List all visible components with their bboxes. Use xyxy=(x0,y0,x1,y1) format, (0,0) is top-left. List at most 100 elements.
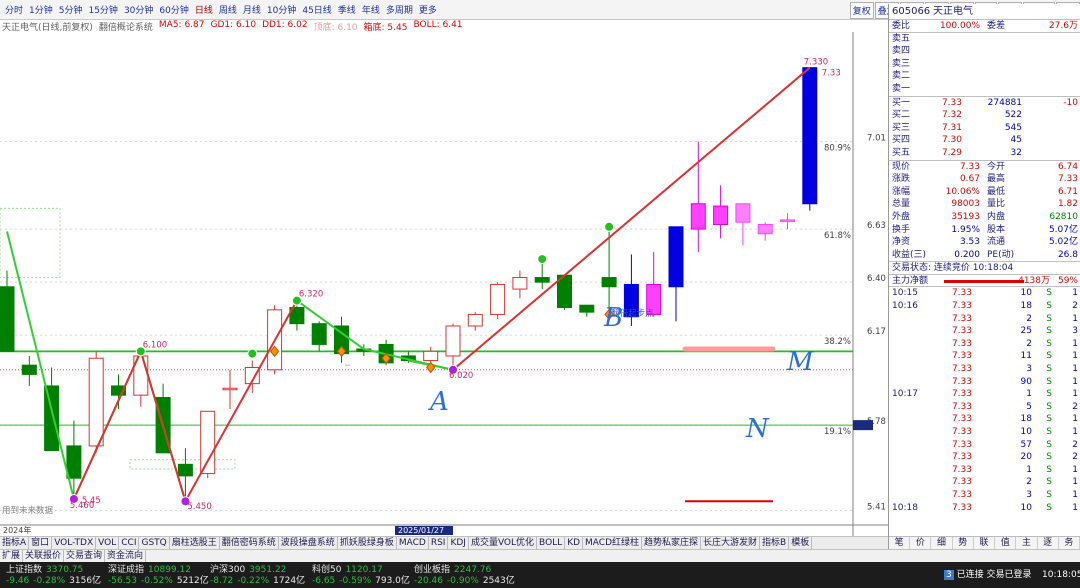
index-change: -8.72 -0.22% 1724亿 xyxy=(210,576,306,586)
tick-row: 7.33 90 S 1 xyxy=(951,376,1078,387)
period-tab[interactable]: 5分钟 xyxy=(56,3,86,16)
buy-level: 买二 7.32 522 xyxy=(892,110,1022,121)
indicator-value: BOLL: 6.41 xyxy=(413,20,463,30)
sell-level: 卖一 xyxy=(892,83,911,94)
handwritten-mark: M xyxy=(786,347,815,377)
x-tick-label: 2024年 xyxy=(3,525,31,535)
period-tab[interactable]: 多周期 xyxy=(383,3,416,16)
indicator-tab[interactable]: 窗口 xyxy=(29,537,53,549)
candle xyxy=(21,364,37,375)
bottom-tabs: 扩展 关联报价 交易查询 资金流向 xyxy=(0,549,1080,562)
candle xyxy=(311,323,327,345)
indicator-tab[interactable]: KDJ xyxy=(448,537,469,549)
candle xyxy=(423,350,439,362)
stat-row: 现价 7.33 今开 6.74 xyxy=(892,161,1078,172)
candle xyxy=(757,223,773,235)
pivot-marker xyxy=(247,348,258,359)
indicator-tab[interactable]: 关联报价 xyxy=(23,550,65,562)
period-tab[interactable]: 15分钟 xyxy=(85,3,120,16)
indicator-tab[interactable]: CCI xyxy=(119,537,140,549)
panel-tab[interactable]: 联 xyxy=(974,537,996,549)
price-tag xyxy=(853,420,873,431)
period-tab[interactable]: 60分钟 xyxy=(156,3,191,16)
tick-row: 10:17 7.33 1 S 1 xyxy=(892,389,1078,400)
main-flow: 主力净额 4138万 59% xyxy=(889,275,1080,288)
indicator-tab[interactable]: 指标A xyxy=(0,537,30,549)
candle xyxy=(44,385,60,452)
indicator-tab[interactable]: 成交量VOL优化 xyxy=(469,537,538,549)
indicator-tab[interactable]: 扩展 xyxy=(0,550,24,562)
candle xyxy=(66,445,82,479)
indicator-tab[interactable]: RSI xyxy=(429,537,449,549)
panel-tab[interactable]: 务 xyxy=(1059,537,1080,549)
stat-row: 总量 98003 量比 1.82 xyxy=(892,199,1078,210)
stat-row: 外盘 35193 内盘 62810 xyxy=(892,211,1078,222)
indicator-tab[interactable]: 模板 xyxy=(789,537,813,549)
indicator-tab[interactable]: VOL xyxy=(96,537,120,549)
y-tick-label: 7.01 xyxy=(867,133,886,143)
indicator-tab[interactable]: 交易查询 xyxy=(64,550,106,562)
clock: 10:18:05 xyxy=(1042,570,1080,580)
indicator-tab[interactable]: 波段操盘系统 xyxy=(279,537,338,549)
indicator-tab[interactable]: 翻倍密码系统 xyxy=(220,537,279,549)
future-data-note: 用到未来数据 xyxy=(2,505,54,516)
tick-row: 7.33 10 S 1 xyxy=(951,427,1078,437)
tick-row: 10:16 7.33 18 S 2 xyxy=(892,301,1078,312)
sell-level: 卖五 xyxy=(892,33,911,44)
candle xyxy=(668,226,684,288)
indicator-tab[interactable]: 指标B xyxy=(760,537,790,549)
candle xyxy=(601,277,617,288)
panel-tab[interactable]: 细 xyxy=(931,537,953,549)
sell-level: 卖二 xyxy=(892,71,911,82)
tick-row: 7.33 57 S 2 xyxy=(951,439,1078,450)
period-tab[interactable]: 季线 xyxy=(335,3,359,16)
panel-tab[interactable]: 价 xyxy=(910,537,932,549)
period-tab[interactable]: 周线 xyxy=(216,3,240,16)
tick-row: 7.33 25 S 3 xyxy=(951,326,1078,337)
price-annotation: 7.330 xyxy=(804,58,828,68)
period-tab[interactable]: 30分钟 xyxy=(121,3,156,16)
candle xyxy=(780,219,795,222)
indicator-tab[interactable]: BOLL xyxy=(537,537,566,549)
indicator-tab[interactable]: 趋势私家庄探 xyxy=(642,537,702,549)
toolbar-button[interactable]: 复权 xyxy=(849,2,874,19)
indicator-value: DD1: 6.02 xyxy=(262,20,308,30)
indicator-tab[interactable]: VOL-TDX xyxy=(52,537,97,549)
period-tab[interactable]: 45日线 xyxy=(299,3,334,16)
panel-tab[interactable]: 逐 xyxy=(1038,537,1059,549)
indicator-tab[interactable]: KD xyxy=(565,537,584,549)
wb-row: 委比 100.00% 委差 27.6万 xyxy=(889,20,1080,33)
indicator-tab[interactable]: 扇柱选股王 xyxy=(170,537,220,549)
candle xyxy=(467,313,483,327)
panel-tab[interactable]: 主 xyxy=(1016,537,1038,549)
index-change: -20.46 -0.90% 2543亿 xyxy=(414,576,515,586)
period-tab[interactable]: 分时 xyxy=(2,3,26,16)
panel-tab[interactable]: 势 xyxy=(953,537,974,549)
indicator-tab[interactable]: 资金流向 xyxy=(105,550,147,562)
candle xyxy=(0,286,15,352)
flow-bar xyxy=(944,279,1024,283)
period-tab[interactable]: 1分钟 xyxy=(26,3,56,16)
panel-tabs: 笔价细势联值主逐务 xyxy=(889,536,1080,549)
indicator-tab[interactable]: 长庄大游发财 xyxy=(701,537,761,549)
connection-status: 3 已连接 交易已登录 xyxy=(944,570,1032,580)
indicator-tab[interactable]: GSTQ xyxy=(139,537,170,549)
indicator-tab[interactable]: 抓妖股绿身板 xyxy=(338,537,397,549)
indicator-tabs: 指标A 窗口 VOL-TDX VOL CCI GSTQ 扇柱选股王 翻倍密码系统 波段操盘系统抓… xyxy=(0,536,888,549)
period-tab[interactable]: 日线 xyxy=(192,3,216,16)
period-tab[interactable]: 月线 xyxy=(240,3,264,16)
plot-area xyxy=(0,32,853,536)
indicator-value: GD1: 6.10 xyxy=(210,20,257,30)
period-tab[interactable]: 10分钟 xyxy=(264,3,299,16)
candlestick-chart[interactable]: 7.0180.9%6.6361.8%6.406.1738.2%5.7819.1%… xyxy=(0,32,888,536)
stock-code: 605066 xyxy=(892,6,931,17)
panel-tab[interactable]: 值 xyxy=(995,537,1017,549)
fib-label: 61.8% xyxy=(824,231,851,241)
price-annotation: 5.450 xyxy=(187,502,211,512)
period-tab[interactable]: 更多 xyxy=(416,3,440,16)
indicator-tab[interactable]: MACD xyxy=(397,537,429,549)
indicator-value: 顶底: 6.10 xyxy=(313,23,358,33)
indicator-tab[interactable]: MACD红绿柱 xyxy=(583,537,643,549)
period-tab[interactable]: 年线 xyxy=(359,3,383,16)
panel-tab[interactable]: 笔 xyxy=(889,537,911,549)
